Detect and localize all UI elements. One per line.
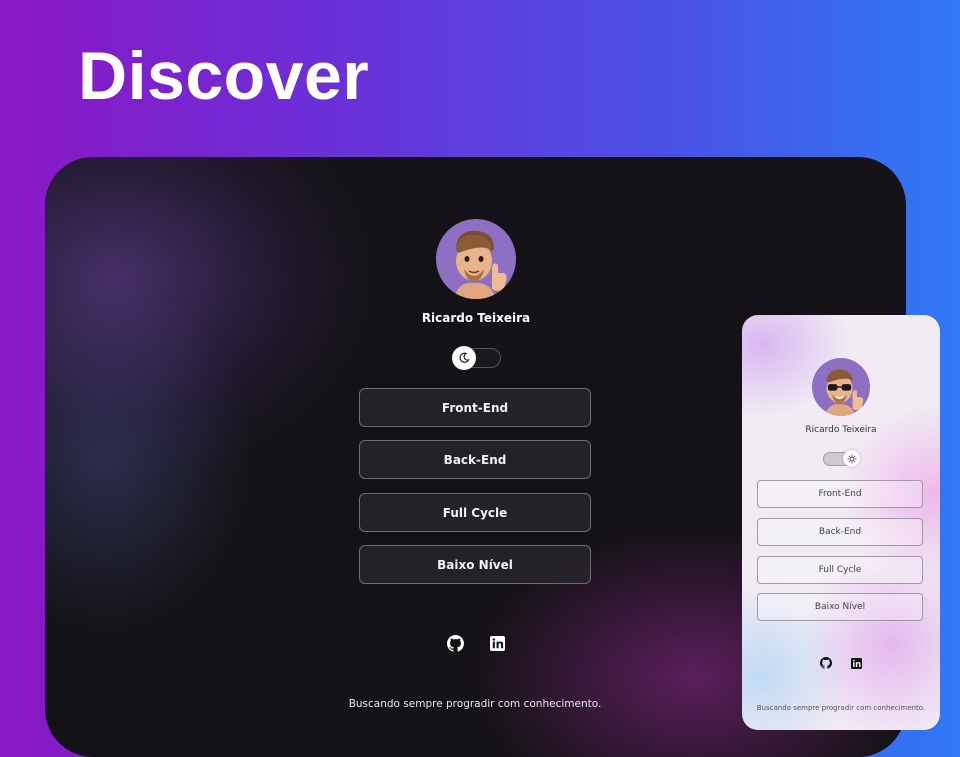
profile-name: Ricardo Teixeira bbox=[805, 425, 877, 435]
link-button-full-cycle[interactable]: Full Cycle bbox=[359, 493, 591, 532]
avatar bbox=[436, 219, 516, 299]
theme-toggle[interactable] bbox=[823, 450, 860, 467]
footer-text: Buscando sempre progradir com conhecimen… bbox=[348, 698, 602, 710]
link-button-full-cycle[interactable]: Full Cycle bbox=[757, 556, 923, 584]
linkedin-icon[interactable] bbox=[850, 657, 862, 669]
moon-icon bbox=[459, 352, 470, 363]
link-button-front-end[interactable]: Front-End bbox=[359, 388, 591, 427]
profile-name: Ricardo Teixeira bbox=[421, 311, 531, 325]
footer-text: Buscando sempre progradir com conhecimen… bbox=[756, 704, 926, 712]
mobile-light-preview: Ricardo Teixeira Front-End Back-End Full… bbox=[742, 315, 940, 730]
link-button-back-end[interactable]: Back-End bbox=[757, 518, 923, 546]
theme-toggle[interactable] bbox=[452, 346, 501, 370]
headline: Discover bbox=[78, 38, 370, 114]
github-icon[interactable] bbox=[820, 657, 832, 669]
memoji-avatar-icon bbox=[454, 230, 507, 299]
link-button-baixo-nivel[interactable]: Baixo Nível bbox=[757, 593, 923, 621]
sun-icon bbox=[847, 454, 856, 463]
linkedin-icon[interactable] bbox=[488, 634, 506, 652]
github-icon[interactable] bbox=[446, 634, 464, 652]
avatar bbox=[812, 358, 870, 416]
link-button-baixo-nivel[interactable]: Baixo Nível bbox=[359, 545, 591, 584]
toggle-knob[interactable] bbox=[843, 450, 860, 467]
link-button-front-end[interactable]: Front-End bbox=[757, 480, 923, 508]
toggle-knob[interactable] bbox=[452, 346, 476, 370]
memoji-avatar-icon bbox=[825, 369, 864, 416]
link-button-back-end[interactable]: Back-End bbox=[359, 440, 591, 479]
